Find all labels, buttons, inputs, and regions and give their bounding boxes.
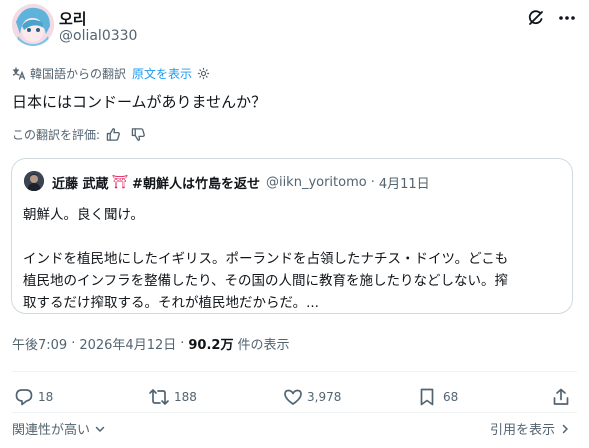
quote-line: 植民地のインフラを整備したり、その国の人間に教育を施したりなどしない。搾 bbox=[23, 273, 509, 289]
rate-translation-label: この翻訳を評価: bbox=[12, 127, 101, 142]
share-button[interactable] bbox=[551, 386, 575, 408]
quote-line: 取するだけ搾取する。それが植民地だからだ。... bbox=[23, 295, 319, 311]
quote-author-name[interactable]: 近藤 武蔵 bbox=[52, 173, 109, 192]
chevron-down-icon bbox=[94, 423, 106, 435]
divider bbox=[12, 371, 577, 372]
thumbs-up-icon[interactable] bbox=[106, 127, 121, 142]
post-meta: 午後7:09 · 2026年4月12日 · 90.2万 件の表示 bbox=[12, 334, 289, 353]
translation-source-label: 韓国語からの翻訳 bbox=[30, 66, 127, 81]
quote-line: 朝鮮人。良く聞け。 bbox=[23, 207, 144, 223]
bookmark-button[interactable]: 68 bbox=[418, 386, 458, 408]
repost-count: 188 bbox=[174, 390, 197, 404]
reply-button[interactable]: 18 bbox=[14, 386, 53, 408]
bookmark-count: 68 bbox=[443, 390, 459, 404]
quote-author-hashtag[interactable]: #朝鮮人は竹島を返せ bbox=[132, 173, 260, 192]
sort-dropdown[interactable]: 関連性が高い bbox=[12, 419, 106, 438]
meta-separator: · bbox=[71, 336, 76, 351]
quote-date[interactable]: 4月11日 bbox=[379, 173, 430, 192]
bookmark-icon bbox=[420, 388, 434, 406]
author-display-name[interactable]: 오리 bbox=[59, 8, 87, 29]
quote-line: インドを植民地にしたイギリス。ポーランドを占領したナチス・ドイツ。どこも bbox=[23, 251, 509, 267]
repost-icon bbox=[149, 389, 169, 405]
translation-notice: 韓国語からの翻訳 原文を表示 bbox=[12, 64, 210, 82]
like-button[interactable]: 3,978 bbox=[283, 386, 341, 408]
author-avatar[interactable] bbox=[12, 4, 54, 46]
shrine-gate-emoji: ⛩ bbox=[111, 175, 129, 190]
repost-button[interactable]: 188 bbox=[148, 386, 197, 408]
divider bbox=[12, 412, 577, 413]
quote-separator: · bbox=[370, 175, 375, 190]
views-label: 件の表示 bbox=[237, 338, 290, 353]
translate-icon bbox=[12, 66, 26, 80]
share-icon bbox=[553, 388, 569, 405]
views-count: 90.2万 bbox=[188, 338, 234, 353]
post-time[interactable]: 午後7:09 bbox=[12, 334, 67, 353]
reply-icon bbox=[15, 389, 33, 406]
quote-author-avatar[interactable] bbox=[24, 171, 44, 191]
quote-author-handle[interactable]: @iikn_yoritomo bbox=[266, 175, 367, 190]
like-icon bbox=[284, 389, 302, 405]
quote-header: 近藤 武蔵 ⛩ #朝鮮人は竹島を返せ @iikn_yoritomo · 4月11… bbox=[52, 173, 430, 192]
meta-separator: · bbox=[180, 336, 185, 351]
more-icon[interactable] bbox=[556, 7, 578, 29]
view-quotes-link[interactable]: 引用を表示 bbox=[490, 419, 571, 438]
quote-body: 朝鮮人。良く聞け。 インドを植民地にしたイギリス。ポーランドを占領したナチス・ド… bbox=[23, 204, 565, 314]
rate-translation-row: この翻訳を評価: bbox=[12, 125, 146, 143]
thumbs-down-icon[interactable] bbox=[131, 127, 146, 142]
quoted-post-card[interactable]: 近藤 武蔵 ⛩ #朝鮮人は竹島を返せ @iikn_yoritomo · 4月11… bbox=[11, 158, 573, 314]
grok-icon[interactable] bbox=[525, 7, 547, 29]
like-count: 3,978 bbox=[307, 390, 342, 404]
view-quotes-label: 引用を表示 bbox=[490, 423, 556, 438]
post-date[interactable]: 2026年4月12日 bbox=[79, 334, 176, 353]
post-text: 日本にはコンドームがありませんか？ bbox=[12, 93, 267, 111]
author-handle[interactable]: @olial0330 bbox=[59, 28, 137, 44]
sort-label: 関連性が高い bbox=[12, 423, 91, 438]
show-original-link[interactable]: 原文を表示 bbox=[132, 65, 192, 82]
reply-count: 18 bbox=[38, 390, 54, 404]
settings-gear-icon[interactable] bbox=[197, 67, 210, 80]
chevron-right-icon bbox=[559, 423, 571, 435]
